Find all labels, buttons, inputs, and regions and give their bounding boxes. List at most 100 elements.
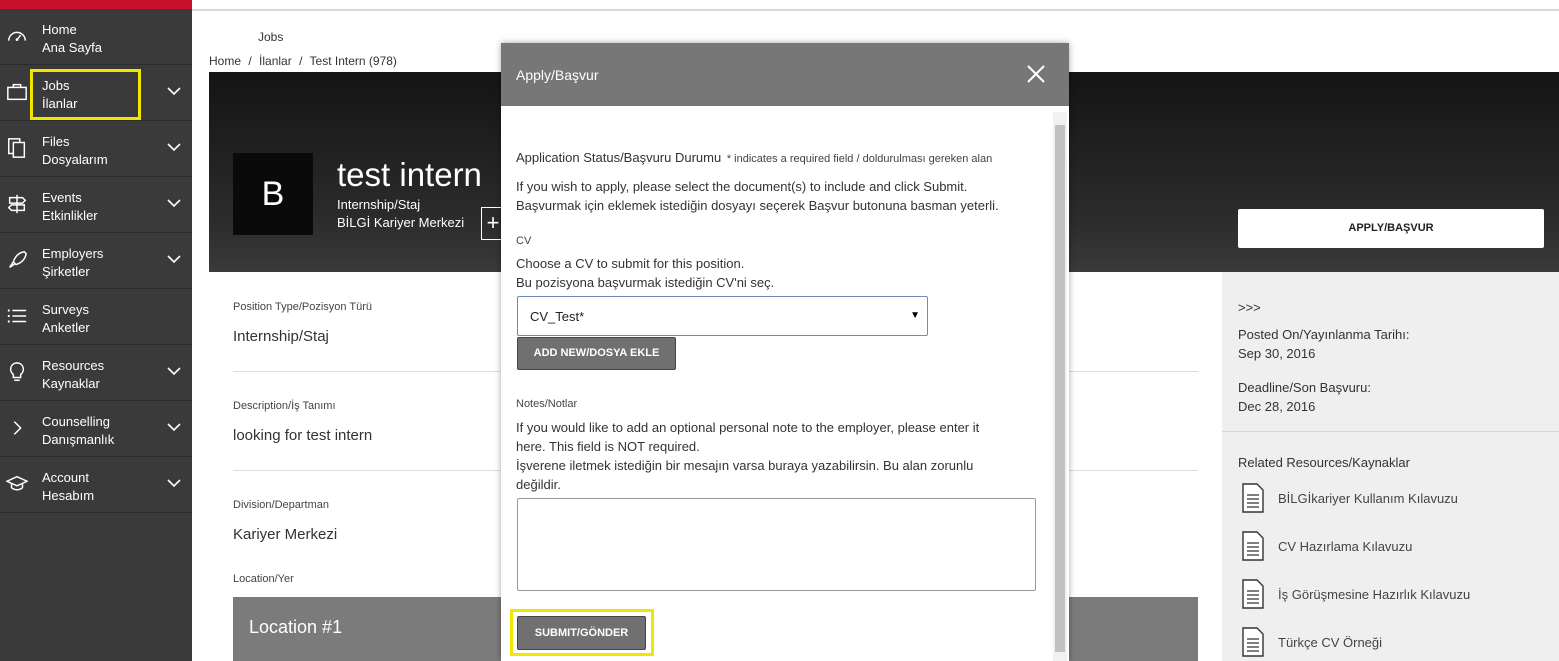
- sidebar-item-files[interactable]: Files Dosyalarım: [0, 121, 192, 177]
- posted-label: Posted On/Yayınlanma Tarihı:: [1238, 327, 1410, 342]
- breadcrumb-current: Test Intern (978): [309, 54, 397, 68]
- sidebar-item-sublabel: Etkinlikler: [42, 208, 98, 223]
- chevron-down-icon[interactable]: [166, 195, 182, 211]
- notes-help-4: değildir.: [516, 477, 561, 492]
- resource-link-label[interactable]: BİLGİkariyer Kullanım Kılavuzu: [1278, 491, 1458, 506]
- close-icon[interactable]: [1025, 63, 1047, 85]
- signpost-icon: [7, 194, 27, 214]
- chevron-down-icon[interactable]: [166, 83, 182, 99]
- description-value: looking for test intern: [233, 427, 373, 444]
- description-label: Description/İş Tanımı: [233, 400, 336, 412]
- document-icon: [1242, 531, 1264, 561]
- sidebar: Home Ana Sayfa Jobs İlanlar Files Dosyaları…: [0, 0, 192, 661]
- breadcrumb-jobs[interactable]: İlanlar: [259, 54, 292, 68]
- brand-bar: [0, 0, 192, 9]
- related-resources-title: Related Resources/Kaynaklar: [1238, 455, 1410, 470]
- chevron-down-icon[interactable]: [166, 363, 182, 379]
- dashboard-icon: [8, 31, 26, 42]
- sidebar-item-label: Resources: [42, 358, 105, 373]
- resource-link[interactable]: Türkçe CV Örneği: [1238, 627, 1548, 661]
- section-title: Jobs: [258, 30, 284, 44]
- notes-help-1: If you would like to add an optional per…: [516, 420, 980, 435]
- rocket-icon: [9, 250, 27, 268]
- graduation-cap-icon: [6, 475, 28, 491]
- submit-highlight-box: [510, 609, 654, 656]
- employer-logo: B: [233, 153, 313, 235]
- modal-title: Apply/Başvur: [516, 67, 599, 83]
- chevron-down-icon[interactable]: [166, 251, 182, 267]
- cv-help-1: Choose a CV to submit for this position.: [516, 256, 745, 271]
- sidebar-item-sublabel: Hesabım: [42, 488, 95, 503]
- status-heading-text: Application Status/Başvuru Durumu: [516, 150, 722, 165]
- sidebar-item-events[interactable]: Events Etkinlikler: [0, 177, 192, 233]
- sidebar-item-label: Events: [42, 190, 82, 205]
- dropdown-arrow-icon: ▼: [910, 310, 920, 321]
- required-note: * indicates a required field / doldurulm…: [726, 153, 993, 165]
- sidebar-item-sublabel: Danışmanlık: [42, 432, 115, 447]
- division-label: Division/Departman: [233, 499, 329, 511]
- briefcase-icon: [7, 83, 27, 101]
- sidebar-item-counselling[interactable]: Counselling Danışmanlık: [0, 401, 192, 457]
- add-new-cv-button[interactable]: ADD NEW/DOSYA EKLE: [517, 337, 676, 370]
- sidebar-item-home[interactable]: Home Ana Sayfa: [0, 9, 192, 65]
- employer-name[interactable]: BİLGİ Kariyer Merkezi: [337, 214, 464, 232]
- breadcrumb-separator: /: [248, 54, 252, 68]
- chevron-down-icon[interactable]: [166, 475, 182, 491]
- position-type-value: Internship/Staj: [233, 328, 329, 345]
- breadcrumb-home[interactable]: Home: [209, 54, 241, 68]
- cv-select-value: CV_Test*: [530, 309, 585, 324]
- division-value: Kariyer Merkezi: [233, 526, 338, 543]
- job-type: Internship/Staj: [337, 197, 421, 212]
- apply-button[interactable]: APPLY/BAŞVUR: [1238, 209, 1544, 248]
- application-status-heading: Application Status/Başvuru Durumu * indi…: [516, 148, 992, 169]
- resource-link-label[interactable]: Türkçe CV Örneği: [1278, 635, 1382, 650]
- resource-link[interactable]: İş Görüşmesine Hazırlık Kılavuzu: [1238, 579, 1548, 613]
- panel-toggle[interactable]: >>>: [1238, 300, 1261, 315]
- notes-help-2: here. This field is NOT required.: [516, 439, 700, 454]
- resource-link-label[interactable]: İş Görüşmesine Hazırlık Kılavuzu: [1278, 587, 1470, 602]
- deadline-label: Deadline/Son Başvuru:: [1238, 380, 1371, 395]
- job-title: test intern: [337, 156, 482, 193]
- posted-value: Sep 30, 2016: [1238, 346, 1316, 361]
- document-icon: [1242, 483, 1264, 513]
- resource-link[interactable]: CV Hazırlama Kılavuzu: [1238, 531, 1548, 565]
- intro-line-1: If you wish to apply, please select the …: [516, 179, 968, 194]
- modal-scrollbar-thumb[interactable]: [1055, 125, 1065, 652]
- location-box-title: Location #1: [249, 617, 343, 637]
- sidebar-item-label: Surveys: [42, 302, 89, 317]
- resource-link-label[interactable]: CV Hazırlama Kılavuzu: [1278, 539, 1412, 554]
- sidebar-item-account[interactable]: Account Hesabım: [0, 457, 192, 513]
- list-icon: [7, 309, 27, 323]
- chevron-down-icon[interactable]: [166, 419, 182, 435]
- job-meta: Internship/Staj BİLGİ Kariyer Merkezi: [337, 196, 464, 232]
- sidebar-item-resources[interactable]: Resources Kaynaklar: [0, 345, 192, 401]
- sidebar-item-sublabel: Ana Sayfa: [42, 40, 102, 55]
- jobs-highlight-box: [30, 69, 141, 120]
- lightbulb-icon: [9, 362, 25, 381]
- sidebar-item-label: Account: [42, 470, 89, 485]
- sidebar-item-sublabel: Şirketler: [42, 264, 90, 279]
- document-icon: [1242, 627, 1264, 657]
- sidebar-item-surveys[interactable]: Surveys Anketler: [0, 289, 192, 345]
- sidebar-item-label: Files: [42, 134, 70, 149]
- chevron-down-icon[interactable]: [166, 139, 182, 155]
- sidebar-item-sublabel: Kaynaklar: [42, 376, 100, 391]
- chevron-right-icon: [13, 421, 22, 435]
- document-icon: [1242, 579, 1264, 609]
- sidebar-item-employers[interactable]: Employers Şirketler: [0, 233, 192, 289]
- sidebar-item-label: Employers: [42, 246, 104, 261]
- breadcrumb: Home / İlanlar / Test Intern (978): [209, 54, 401, 68]
- files-icon: [8, 138, 26, 158]
- notes-textarea[interactable]: [517, 498, 1036, 591]
- deadline-value: Dec 28, 2016: [1238, 399, 1316, 414]
- notes-help-3: İşverene iletmek istediğin bir mesajın v…: [516, 458, 974, 473]
- divider: [1222, 431, 1559, 432]
- notes-label: Notes/Notlar: [516, 398, 578, 410]
- cv-label: CV: [516, 235, 532, 247]
- resource-link[interactable]: BİLGİkariyer Kullanım Kılavuzu: [1238, 483, 1548, 517]
- sidebar-item-sublabel: Dosyalarım: [42, 152, 108, 167]
- sidebar-item-sublabel: Anketler: [42, 320, 90, 335]
- top-divider: [192, 9, 1559, 11]
- location-label: Location/Yer: [233, 573, 294, 585]
- cv-select[interactable]: CV_Test* ▼: [517, 296, 928, 336]
